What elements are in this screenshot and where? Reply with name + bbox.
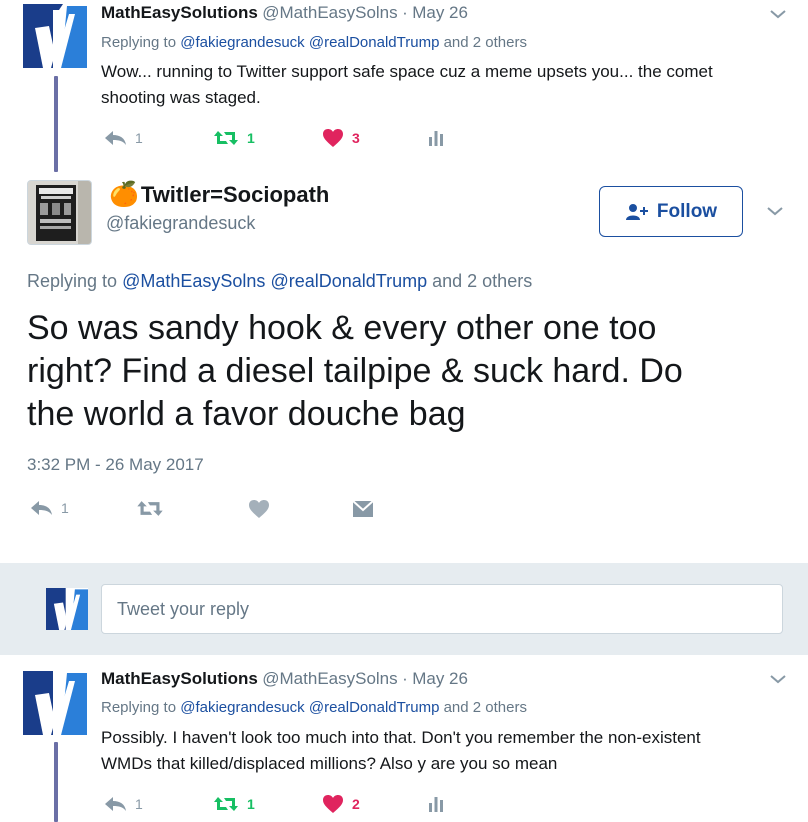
replying-suffix[interactable]: and 2 others xyxy=(444,34,527,51)
tweet-text-line: Wow... running to Twitter support safe s… xyxy=(101,62,713,81)
tweet-text-line: right? Find a diesel tailpipe & suck har… xyxy=(27,352,683,390)
tweet-date[interactable]: May 26 xyxy=(412,669,468,688)
reply-button[interactable]: 1 xyxy=(103,795,143,813)
avatar[interactable] xyxy=(46,588,88,630)
display-name-row[interactable]: 🍊 Twitler=Sociopath xyxy=(109,180,329,209)
mention-link[interactable]: @realDonaldTrump xyxy=(270,271,427,291)
like-button[interactable]: 2 xyxy=(322,794,360,814)
mention-link[interactable]: @fakiegrandesuck xyxy=(180,699,304,716)
replying-prefix: Replying to xyxy=(101,699,177,716)
tweet-text: Possibly. I haven't look too much into t… xyxy=(101,725,791,777)
analytics-icon[interactable] xyxy=(428,795,444,812)
thread-line xyxy=(54,76,58,172)
display-name[interactable]: MathEasySolutions xyxy=(101,669,258,688)
heart-icon[interactable] xyxy=(248,499,270,519)
replying-suffix[interactable]: and 2 others xyxy=(432,271,532,291)
reply-count: 1 xyxy=(135,130,143,146)
mention-link[interactable]: @MathEasySolns xyxy=(122,271,265,291)
follow-label: Follow xyxy=(656,200,718,222)
like-button[interactable]: 3 xyxy=(322,128,360,148)
display-name[interactable]: MathEasySolutions xyxy=(101,3,258,22)
reply-count: 1 xyxy=(61,500,69,516)
reply-button[interactable]: 1 xyxy=(29,499,69,517)
retweet-button[interactable]: 1 xyxy=(213,129,255,147)
like-count: 2 xyxy=(352,796,360,812)
mention-link[interactable]: @realDonaldTrump xyxy=(309,699,440,716)
avatar[interactable] xyxy=(27,180,92,245)
tweet-timestamp[interactable]: 3:32 PM - 26 May 2017 xyxy=(27,455,204,475)
retweet-icon xyxy=(214,131,238,145)
reply-icon xyxy=(105,131,126,145)
replying-prefix: Replying to xyxy=(27,271,118,291)
add-user-icon xyxy=(625,203,648,220)
tweet-header: MathEasySolutions @MathEasySolns · May 2… xyxy=(101,3,468,23)
verified-logo-icon xyxy=(23,4,87,68)
direct-message-icon[interactable] xyxy=(352,500,374,518)
reply-icon xyxy=(31,501,52,515)
replying-prefix: Replying to xyxy=(101,34,177,51)
reply-icon xyxy=(105,797,126,811)
tweet-text-line: WMDs that killed/displaced millions? Als… xyxy=(101,754,558,773)
tweet-text-line: shooting was staged. xyxy=(101,88,261,107)
display-name: Twitler=Sociopath xyxy=(140,181,330,207)
tweet-text: Wow... running to Twitter support safe s… xyxy=(101,59,791,111)
retweet-icon xyxy=(214,797,238,811)
reply-count: 1 xyxy=(135,796,143,812)
heart-icon xyxy=(323,795,343,813)
tweet-date[interactable]: May 26 xyxy=(412,3,468,22)
tweet-text: So was sandy hook & every other one too … xyxy=(27,307,787,436)
username[interactable]: @MathEasySolns xyxy=(262,3,397,22)
tweet-text-line: So was sandy hook & every other one too xyxy=(27,309,657,347)
chevron-down-icon[interactable] xyxy=(769,673,787,685)
analytics-icon[interactable] xyxy=(428,129,444,146)
tweet-text-line: Possibly. I haven't look too much into t… xyxy=(101,728,701,747)
mention-link[interactable]: @realDonaldTrump xyxy=(309,34,440,51)
profile-photo-icon xyxy=(28,181,91,244)
replying-suffix[interactable]: and 2 others xyxy=(444,699,527,716)
retweet-button[interactable]: 1 xyxy=(213,795,255,813)
tweet-header: MathEasySolutions @MathEasySolns · May 2… xyxy=(101,669,468,689)
reply-input[interactable]: Tweet your reply xyxy=(101,584,783,634)
separator: · xyxy=(402,669,408,688)
retweet-count: 1 xyxy=(247,130,255,146)
verified-logo-icon xyxy=(23,671,87,735)
heart-icon xyxy=(323,129,343,147)
chevron-down-icon[interactable] xyxy=(766,205,784,217)
thread-line xyxy=(54,742,58,822)
mention-link[interactable]: @fakiegrandesuck xyxy=(180,34,304,51)
follow-button[interactable]: Follow xyxy=(599,186,743,237)
separator: · xyxy=(402,3,408,22)
orange-emoji-icon: 🍊 xyxy=(109,181,139,208)
avatar[interactable] xyxy=(23,671,87,735)
retweet-count: 1 xyxy=(247,796,255,812)
replying-to: Replying to @fakiegrandesuck @realDonald… xyxy=(101,34,527,51)
username[interactable]: @MathEasySolns xyxy=(262,669,397,688)
replying-to: Replying to @MathEasySolns @realDonaldTr… xyxy=(27,271,532,292)
reply-button[interactable]: 1 xyxy=(103,129,143,147)
retweet-icon[interactable] xyxy=(136,499,164,518)
avatar[interactable] xyxy=(23,4,87,68)
verified-logo-icon xyxy=(46,588,88,630)
username[interactable]: @fakiegrandesuck xyxy=(106,213,255,234)
like-count: 3 xyxy=(352,130,360,146)
tweet-text-line: the world a favor douche bag xyxy=(27,395,466,433)
chevron-down-icon[interactable] xyxy=(769,8,787,20)
replying-to: Replying to @fakiegrandesuck @realDonald… xyxy=(101,699,527,716)
